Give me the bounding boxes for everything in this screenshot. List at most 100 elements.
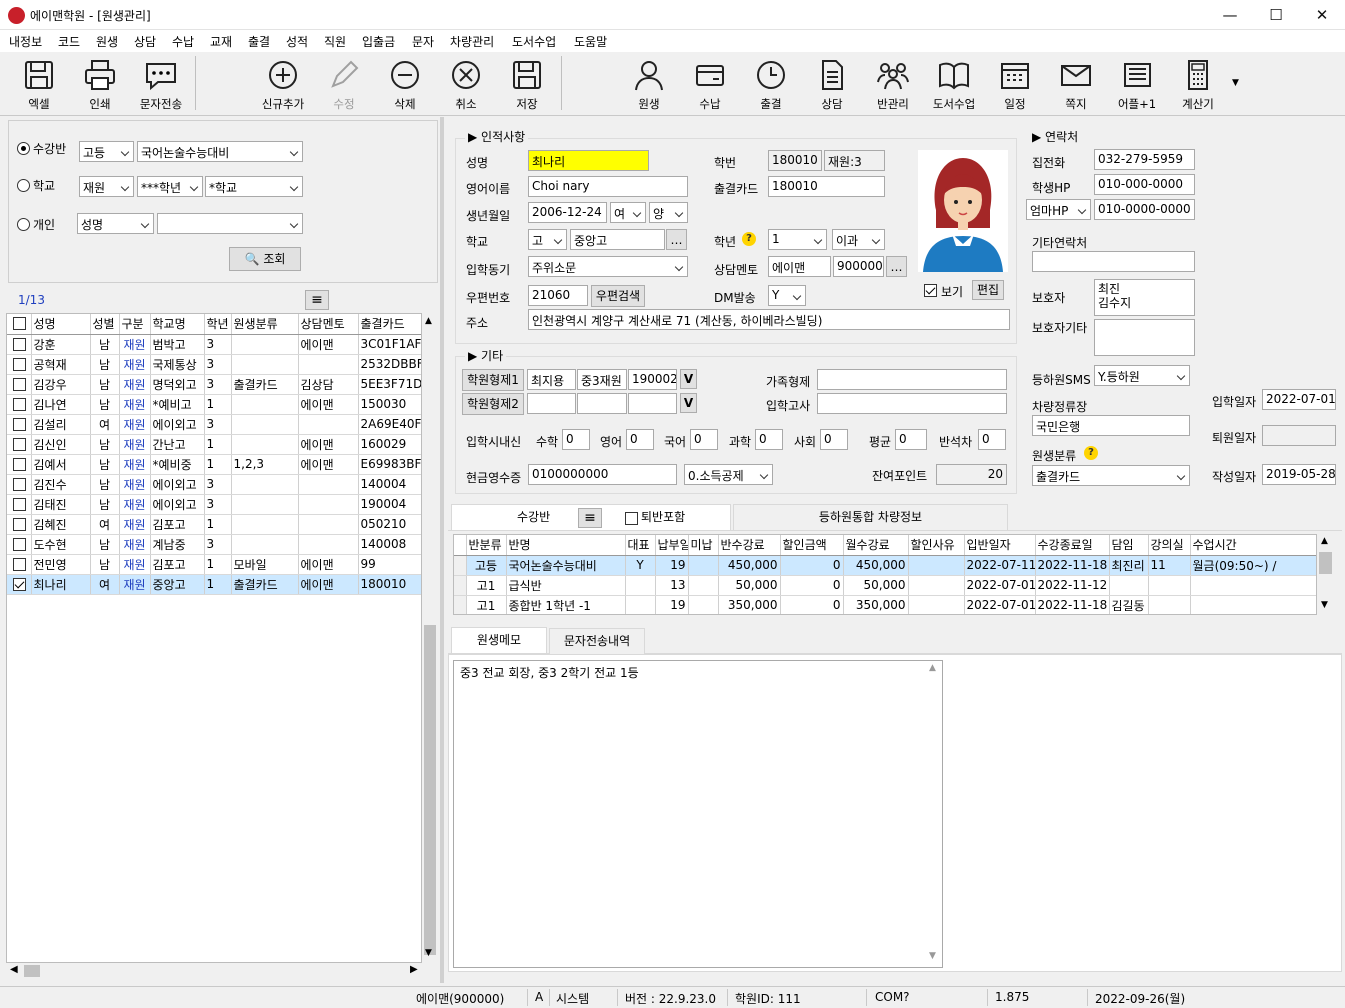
header-grade[interactable]: 학년 (204, 314, 232, 335)
menu-item-vehicle[interactable]: 차량관리 (450, 33, 494, 50)
row-checkbox[interactable] (7, 454, 32, 475)
table-row[interactable]: 김강우 남 재원 명덕외고 3 출결카드 김상담 5EE3F71D (7, 374, 421, 395)
header-type[interactable]: 구분 (119, 314, 151, 335)
person-value-select[interactable] (157, 213, 303, 234)
student-button[interactable]: 원생 (618, 54, 680, 112)
calculator-button[interactable]: 계산기 (1167, 54, 1229, 112)
class-header[interactable]: 납부일 (655, 535, 689, 556)
science-field[interactable]: 0 (755, 429, 783, 450)
consult-button[interactable]: 상담 (801, 54, 863, 112)
sibling1-id[interactable]: 190002 (628, 369, 677, 390)
table-row[interactable]: 김나연 남 재원 *예비고 1 에이맨 150030 (7, 394, 421, 415)
person-field-select[interactable]: 성명 (77, 213, 154, 234)
school-level-select[interactable]: 고 (528, 229, 567, 250)
table-row[interactable]: 도수현 남 재원 계남중 3 140008 (7, 534, 421, 555)
table-row[interactable]: 강훈 남 재원 범박고 3 에이맨 3C01F1AF (7, 334, 421, 355)
rank-field[interactable]: 0 (978, 429, 1006, 450)
list-menu-button[interactable]: ≡ (305, 290, 329, 310)
write-date-field[interactable]: 2019-05-28 (1262, 464, 1336, 485)
row-checkbox[interactable] (7, 534, 32, 555)
row-checkbox[interactable] (7, 514, 32, 535)
header-category[interactable]: 원생분류 (231, 314, 299, 335)
sibling2-status[interactable] (577, 393, 627, 414)
table-row[interactable]: 김진수 남 재원 에이외고 3 140004 (7, 474, 421, 495)
menu-item-textbook[interactable]: 교재 (210, 33, 232, 50)
tab-memo[interactable]: 원생메모 (451, 627, 547, 653)
class-header[interactable]: 할인사유 (908, 535, 965, 556)
row-checkbox[interactable] (7, 494, 32, 515)
withdraw-checkbox[interactable] (625, 512, 638, 525)
student-hp-field[interactable]: 010-000-0000 (1094, 174, 1195, 195)
payment-button[interactable]: 수납 (679, 54, 741, 112)
class-header[interactable]: 대표 (625, 535, 656, 556)
sibling1-status[interactable]: 중3재원 (577, 369, 627, 390)
menu-item-student[interactable]: 원생 (96, 33, 118, 50)
table-row[interactable]: 공혁재 남 재원 국제통상 3 2532DBBF (7, 354, 421, 375)
table-row[interactable]: 김예서 남 재원 *예비중 1 1,2,3 에이맨 E69983BF (7, 454, 421, 475)
class-header[interactable]: 할인금액 (780, 535, 844, 556)
class-header[interactable]: 수강종료일 (1035, 535, 1110, 556)
row-checkbox[interactable] (7, 354, 32, 375)
menu-item-sms[interactable]: 문자 (412, 33, 434, 50)
parent-hp-field[interactable]: 010-0000-0000 (1094, 199, 1195, 220)
row-checkbox[interactable] (7, 434, 32, 455)
menu-item-consult[interactable]: 상담 (134, 33, 156, 50)
row-checkbox[interactable] (7, 574, 32, 595)
average-field[interactable]: 0 (895, 429, 927, 450)
class-name-select[interactable]: 국어논술수능대비 (137, 141, 303, 162)
school-grade-select[interactable]: ***학년 (137, 176, 203, 197)
parent-hp-type-select[interactable]: 엄마HP (1026, 199, 1091, 220)
sms-send-button[interactable]: 문자전송 (130, 54, 192, 112)
school-field[interactable]: 중앙고 (570, 229, 665, 250)
stop-field[interactable]: 국민은행 (1032, 415, 1190, 436)
header-check[interactable] (7, 314, 32, 335)
header-name[interactable]: 성명 (31, 314, 91, 335)
math-field[interactable]: 0 (562, 429, 590, 450)
radio-person[interactable] (17, 218, 30, 231)
class-header[interactable]: 월수강료 (843, 535, 909, 556)
tab-sms-history[interactable]: 문자전송내역 (549, 628, 645, 654)
class-header[interactable]: 입반일자 (964, 535, 1036, 556)
minimize-button[interactable]: — (1207, 0, 1253, 30)
menu-item-attendance[interactable]: 출결 (248, 33, 270, 50)
dm-select[interactable]: Y (768, 285, 806, 306)
class-header[interactable]: 반수강료 (718, 535, 781, 556)
tab-vehicle-info[interactable]: 등하원통합 차량정보 (733, 504, 1008, 530)
row-checkbox[interactable] (7, 474, 32, 495)
birth-field[interactable]: 2006-12-24 (528, 202, 607, 223)
menu-item-book-class[interactable]: 도서수업 (512, 33, 556, 50)
name-field[interactable]: 최나리 (528, 150, 649, 171)
photo-edit-button[interactable]: 편집 (972, 280, 1004, 300)
schedule-button[interactable]: 일정 (984, 54, 1046, 112)
menu-item-code[interactable]: 코드 (58, 33, 80, 50)
menu-item-grades[interactable]: 성적 (286, 33, 308, 50)
edit-button[interactable]: 수정 (313, 54, 375, 112)
row-checkbox[interactable] (7, 414, 32, 435)
app-plus-button[interactable]: 어플+1 (1106, 54, 1168, 112)
row-checkbox[interactable] (7, 554, 32, 575)
address-field[interactable]: 인천광역시 계양구 계산새로 71 (계산동, 하이베라스빌딩) (528, 309, 1010, 330)
search-button[interactable]: 🔍 조회 (229, 247, 301, 271)
school-lookup-button[interactable]: … (666, 229, 687, 250)
table-row[interactable]: 김태진 남 재원 에이외고 3 190004 (7, 494, 421, 515)
mentor-code-field[interactable]: 900000 (833, 256, 884, 277)
home-phone-field[interactable]: 032-279-5959 (1094, 149, 1195, 170)
eng-name-field[interactable]: Choi nary (528, 176, 688, 197)
calendar-select[interactable]: 양 (649, 202, 688, 223)
entry-date-field[interactable]: 2022-07-01 (1262, 389, 1336, 410)
add-new-button[interactable]: 신규추가 (252, 54, 314, 112)
memo-scrollbar[interactable]: ▲ ▼ (926, 661, 942, 967)
maximize-button[interactable]: ☐ (1253, 0, 1299, 30)
mentor-lookup-button[interactable]: … (886, 256, 907, 277)
guardian-other-field[interactable] (1094, 319, 1195, 356)
entrance-exam-field[interactable] (817, 393, 1007, 414)
sibling2-button[interactable]: 학원형제2 (462, 393, 524, 415)
table-row[interactable]: 최나리 여 재원 중앙고 1 출결카드 에이맨 180010 (7, 574, 421, 595)
print-button[interactable]: 인쇄 (69, 54, 131, 112)
sms-select[interactable]: Y.등하원 (1094, 365, 1190, 386)
table-row[interactable]: 김설리 여 재원 에이외고 3 2A69E40F (7, 414, 421, 435)
card-field[interactable]: 180010 (768, 176, 885, 197)
sibling2-dropdown-icon[interactable]: V (680, 393, 697, 413)
excel-button[interactable]: 엑셀 (8, 54, 70, 112)
note-button[interactable]: 쪽지 (1045, 54, 1107, 112)
